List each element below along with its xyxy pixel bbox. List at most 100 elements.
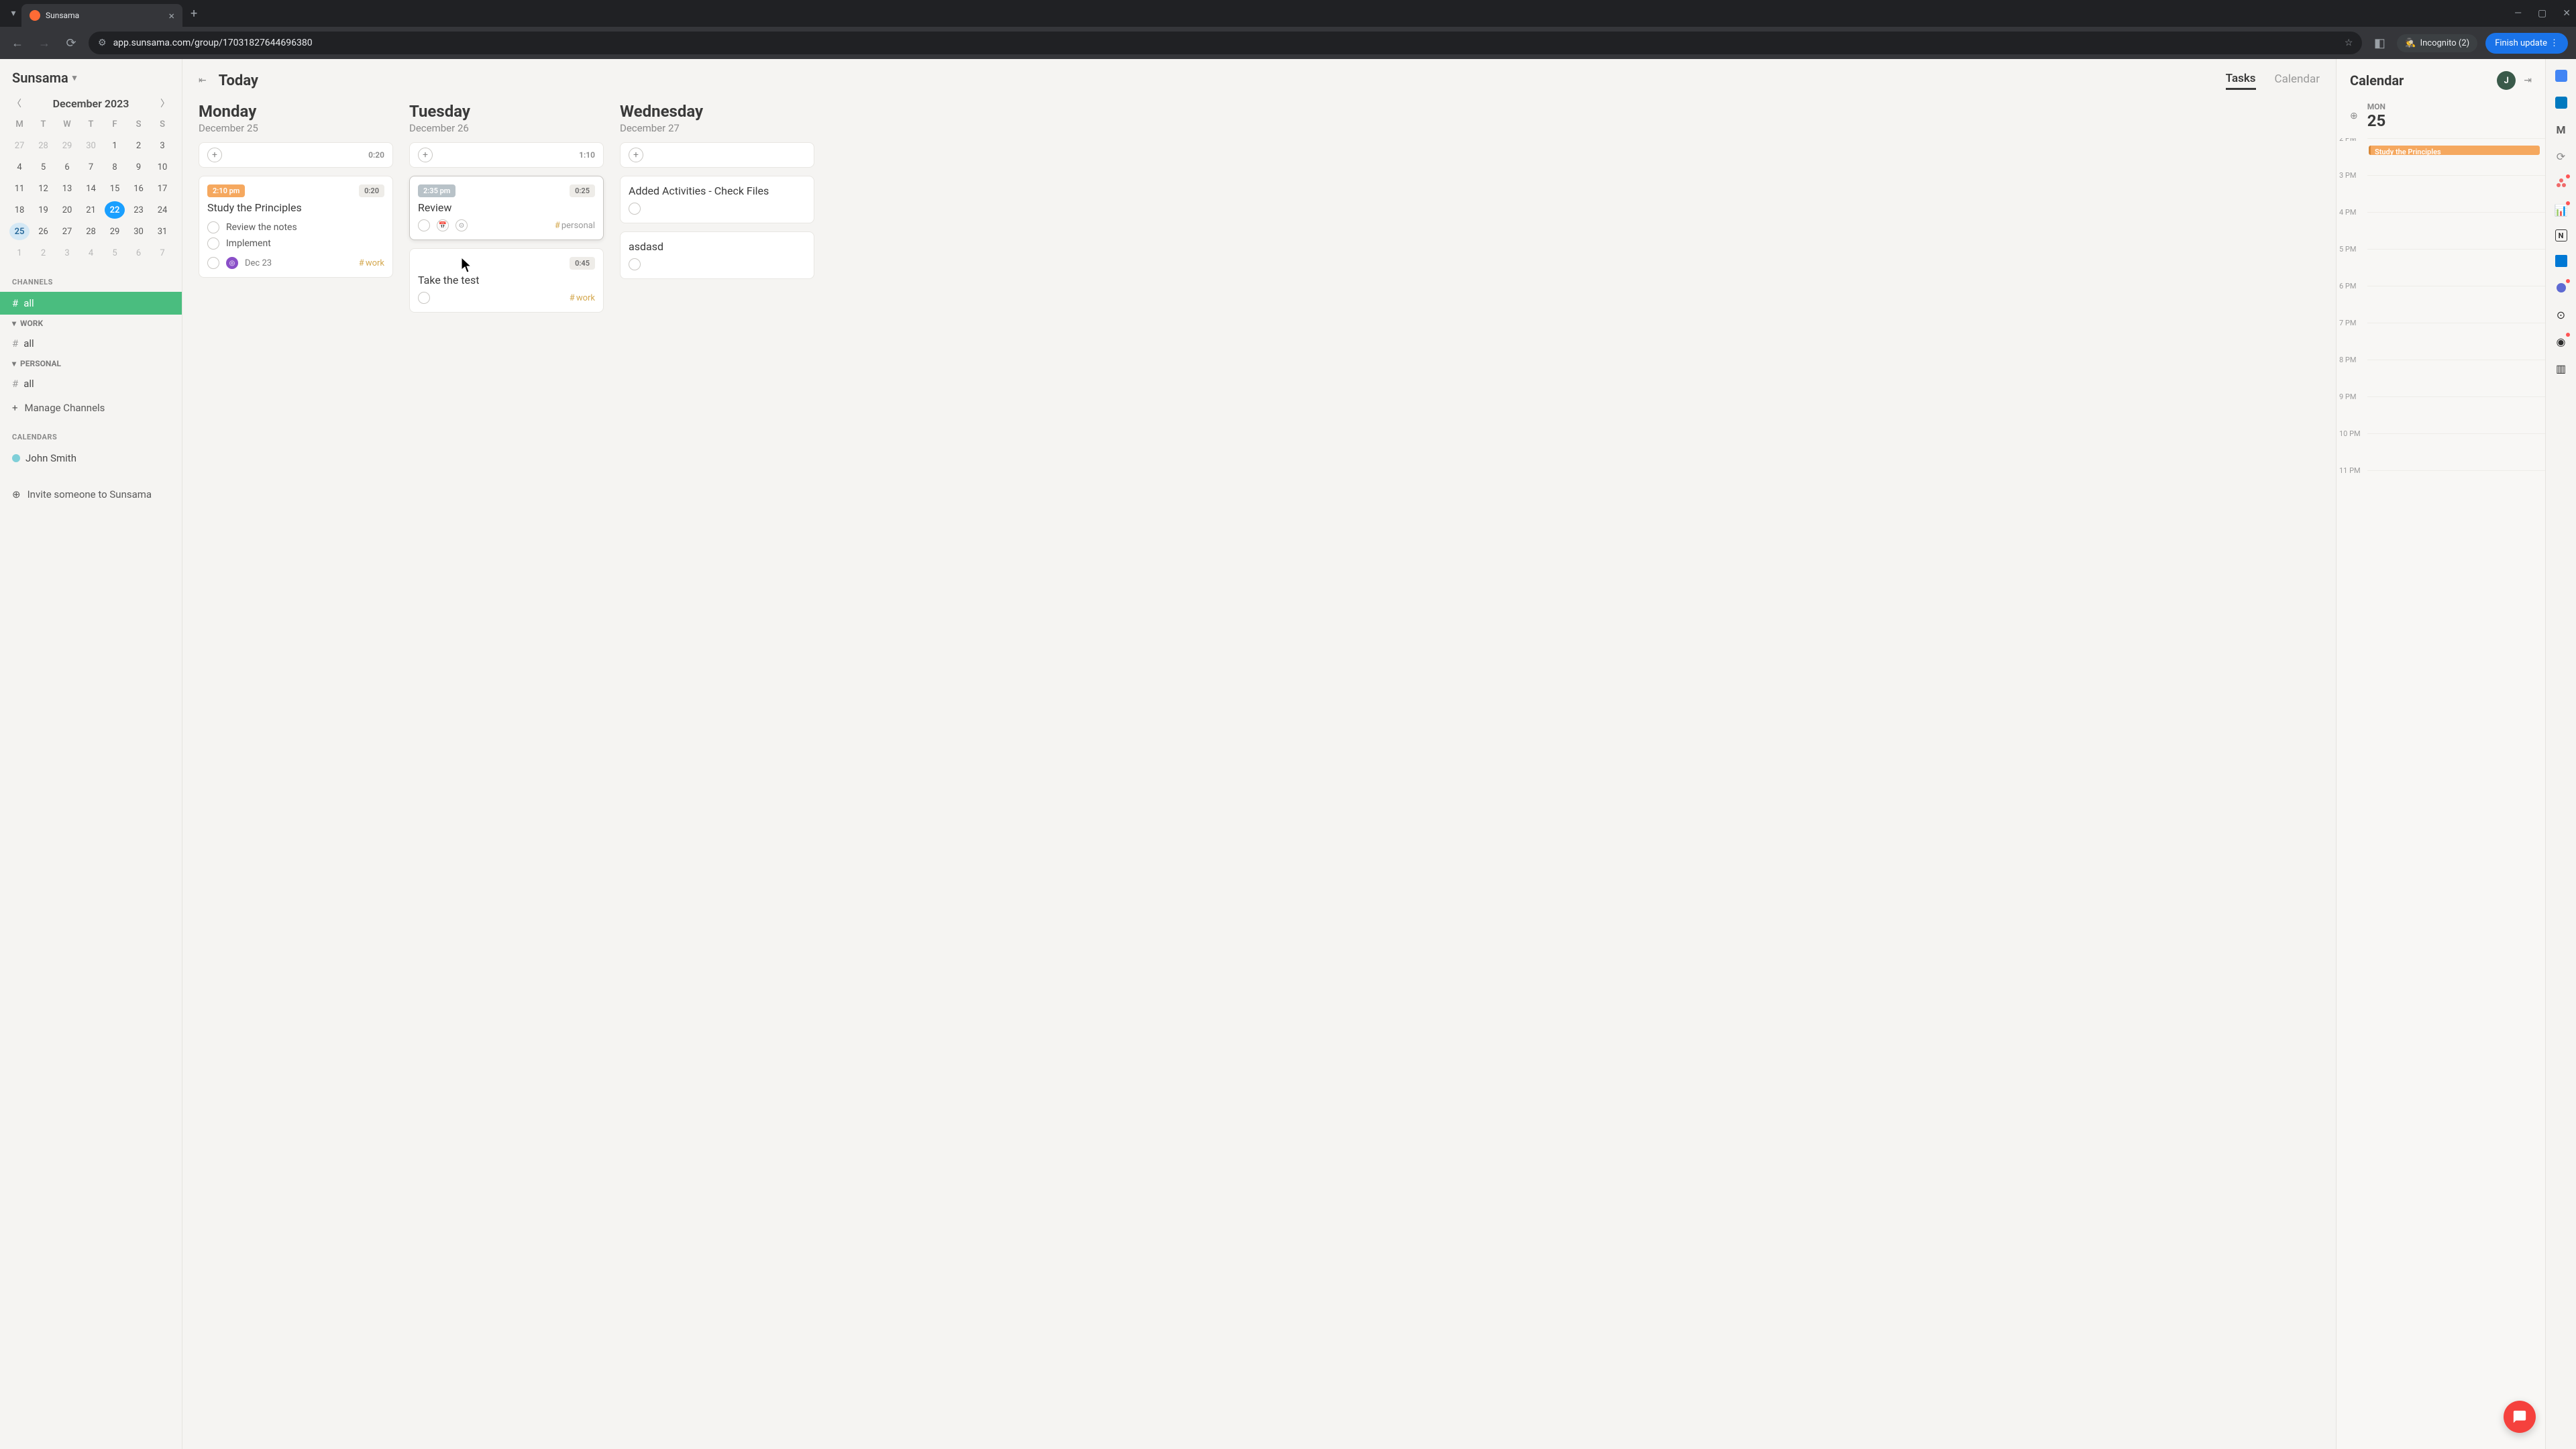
- search-icon[interactable]: ⊕: [2350, 111, 2358, 121]
- calendar-day[interactable]: 3: [57, 244, 77, 262]
- task-card[interactable]: Added Activities - Check Files: [620, 176, 814, 223]
- check-icon[interactable]: [207, 221, 219, 233]
- site-settings-icon[interactable]: ⚙: [98, 38, 107, 48]
- subtask[interactable]: Review the notes: [207, 219, 384, 235]
- browser-tab[interactable]: Sunsama ×: [21, 4, 182, 27]
- workspace-switcher[interactable]: Sunsama ▾: [0, 70, 182, 97]
- hour-row[interactable]: 4 PM: [2367, 212, 2545, 249]
- more-icon[interactable]: ▥: [2554, 361, 2569, 376]
- calendar-day[interactable]: 9: [129, 158, 149, 176]
- calendar-day[interactable]: 31: [152, 223, 172, 240]
- channel-tag[interactable]: #personal: [555, 221, 595, 231]
- calendar-day[interactable]: 15: [105, 180, 125, 197]
- calendar-day[interactable]: 8: [105, 158, 125, 176]
- reload-icon[interactable]: ⟳: [62, 36, 80, 50]
- timer-icon[interactable]: ⊙: [455, 219, 468, 231]
- forward-icon[interactable]: →: [35, 36, 54, 50]
- calendar-day[interactable]: 30: [129, 223, 149, 240]
- channel-tag[interactable]: #work: [359, 258, 384, 268]
- gcal-icon[interactable]: [2554, 68, 2569, 83]
- calendar-day[interactable]: 21: [81, 201, 101, 219]
- calendar-day[interactable]: 6: [57, 158, 77, 176]
- date-icon[interactable]: 📅: [437, 219, 449, 231]
- new-tab-icon[interactable]: +: [191, 7, 197, 21]
- calendar-day[interactable]: 2: [34, 244, 54, 262]
- tabs-dropdown-icon[interactable]: ▾: [5, 5, 21, 21]
- intercom-chat-icon[interactable]: [2504, 1401, 2536, 1433]
- github-icon[interactable]: ⊙: [2554, 307, 2569, 322]
- complete-check-icon[interactable]: [418, 292, 430, 304]
- clickup-icon[interactable]: ◉: [2554, 334, 2569, 349]
- calendar-day[interactable]: 3: [152, 137, 172, 154]
- asana-icon[interactable]: [2554, 176, 2569, 191]
- calendar-day[interactable]: 23: [129, 201, 149, 219]
- hour-row[interactable]: 8 PM: [2367, 360, 2545, 396]
- calendar-day[interactable]: 5: [34, 158, 54, 176]
- prev-month-icon[interactable]: 〈: [12, 97, 21, 110]
- check-icon[interactable]: [207, 237, 219, 250]
- side-panel-icon[interactable]: ◧: [2370, 36, 2389, 50]
- calendar-day[interactable]: 12: [34, 180, 54, 197]
- calendar-day[interactable]: 29: [105, 223, 125, 240]
- calendar-day[interactable]: 11: [9, 180, 30, 197]
- complete-check-icon[interactable]: [418, 219, 430, 231]
- notion-icon[interactable]: N: [2555, 229, 2567, 241]
- hour-row[interactable]: 5 PM: [2367, 249, 2545, 286]
- calendar-day[interactable]: 7: [152, 244, 172, 262]
- hour-row[interactable]: 11 PM: [2367, 470, 2545, 507]
- task-card[interactable]: 2:10 pm0:20Study the PrinciplesReview th…: [199, 176, 393, 278]
- calendar-event[interactable]: Study the Principles: [2369, 146, 2540, 155]
- sync-icon[interactable]: ⟳: [2554, 149, 2569, 164]
- trello-icon[interactable]: [2554, 95, 2569, 110]
- add-task-icon[interactable]: +: [629, 148, 643, 162]
- finish-update-button[interactable]: Finish update ⋮: [2485, 33, 2568, 54]
- tab-calendar[interactable]: Calendar: [2275, 72, 2320, 89]
- add-task-row[interactable]: + 1:10: [409, 142, 604, 168]
- calendar-day[interactable]: 6: [129, 244, 149, 262]
- calendar-day[interactable]: 30: [81, 137, 101, 154]
- add-task-row[interactable]: +: [620, 142, 814, 168]
- calendar-day[interactable]: 14: [81, 180, 101, 197]
- task-card[interactable]: 2:35 pm0:25Review📅⊙#personal: [409, 176, 604, 240]
- complete-check-icon[interactable]: [629, 203, 641, 215]
- incognito-badge[interactable]: 🕵 Incognito (2): [2397, 34, 2477, 52]
- calendar-day[interactable]: 5: [105, 244, 125, 262]
- calendar-day[interactable]: 19: [34, 201, 54, 219]
- calendar-day[interactable]: 24: [152, 201, 172, 219]
- collapse-sidebar-icon[interactable]: ⇤: [199, 75, 207, 86]
- add-task-icon[interactable]: +: [418, 148, 433, 162]
- minimize-icon[interactable]: —: [2514, 8, 2522, 19]
- hour-row[interactable]: 2 PMStudy the Principles: [2367, 138, 2545, 175]
- calendar-day[interactable]: 22: [105, 201, 125, 219]
- hour-row[interactable]: 9 PM: [2367, 396, 2545, 433]
- calendar-day[interactable]: 26: [34, 223, 54, 240]
- linear-icon[interactable]: [2554, 280, 2569, 295]
- target-icon[interactable]: ◎: [226, 257, 238, 269]
- channel-personal-all[interactable]: # all: [0, 372, 182, 395]
- bookmark-icon[interactable]: ☆: [2345, 38, 2353, 48]
- calendar-day[interactable]: 27: [57, 223, 77, 240]
- tab-tasks[interactable]: Tasks: [2226, 72, 2256, 90]
- calendar-day[interactable]: 25: [9, 223, 30, 240]
- channel-work-all[interactable]: # all: [0, 332, 182, 355]
- complete-check-icon[interactable]: [629, 258, 641, 270]
- calendar-day[interactable]: 28: [81, 223, 101, 240]
- today-label[interactable]: Today: [219, 72, 258, 89]
- group-personal[interactable]: ▾ PERSONAL: [0, 355, 182, 372]
- calendar-day[interactable]: 29: [57, 137, 77, 154]
- channel-tag[interactable]: #work: [570, 293, 595, 303]
- calendar-day[interactable]: 28: [34, 137, 54, 154]
- calendar-day[interactable]: 17: [152, 180, 172, 197]
- channel-all[interactable]: # all: [0, 292, 182, 315]
- avatar[interactable]: J: [2497, 71, 2516, 90]
- calendar-item[interactable]: John Smith: [0, 447, 182, 470]
- next-month-icon[interactable]: 〉: [160, 97, 170, 110]
- calendar-day[interactable]: 1: [105, 137, 125, 154]
- add-task-row[interactable]: + 0:20: [199, 142, 393, 168]
- calendar-day[interactable]: 13: [57, 180, 77, 197]
- close-window-icon[interactable]: ✕: [2563, 8, 2571, 19]
- hour-row[interactable]: 3 PM: [2367, 175, 2545, 212]
- hour-row[interactable]: 7 PM: [2367, 323, 2545, 360]
- timeline[interactable]: 2 PMStudy the Principles3 PM4 PM5 PM6 PM…: [2337, 138, 2545, 1449]
- calendar-day[interactable]: 2: [129, 137, 149, 154]
